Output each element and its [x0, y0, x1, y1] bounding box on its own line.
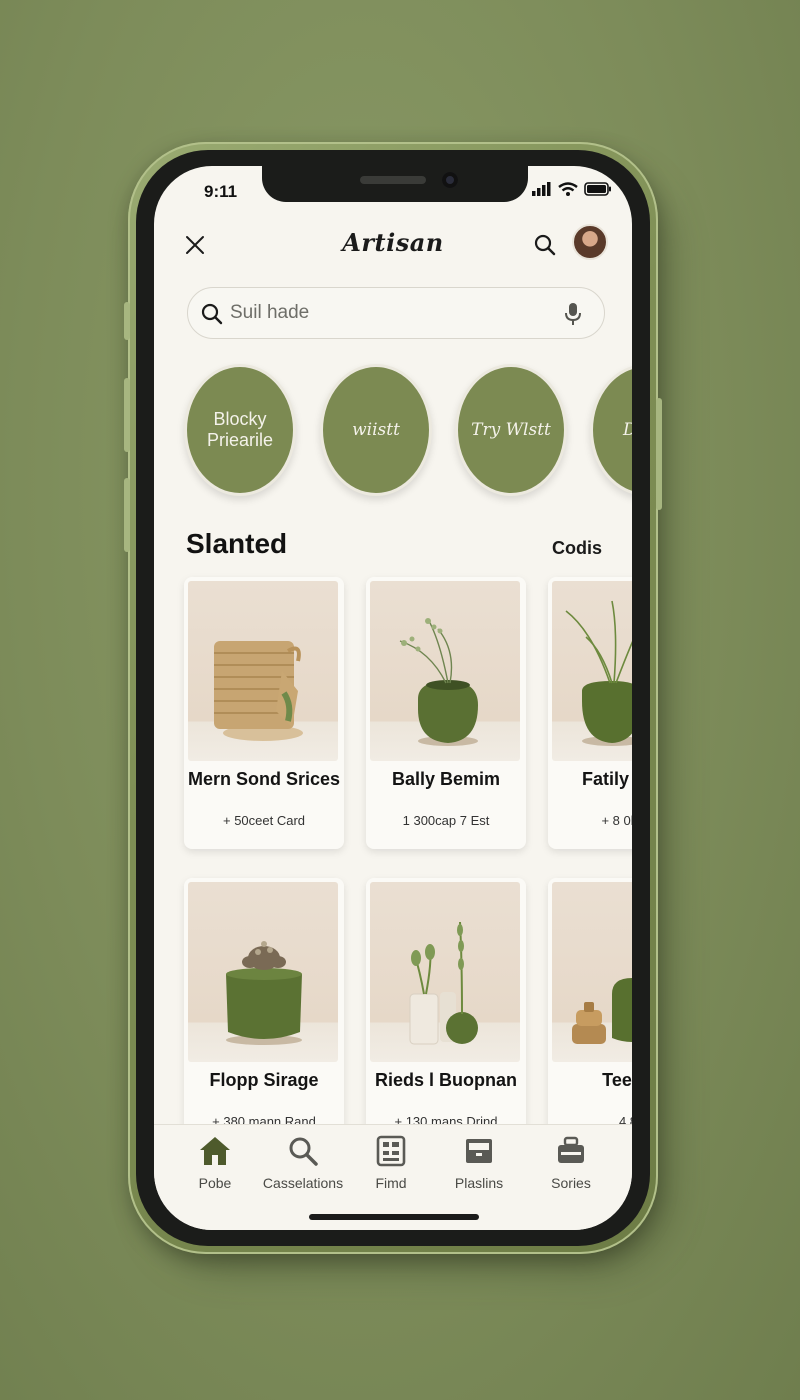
product-name: Flopp Sirage	[209, 1070, 319, 1090]
top-bar: Artisan	[154, 224, 632, 268]
product-meta: 1 300cap 7 Est	[402, 813, 490, 828]
product-name: Tee fo	[602, 1070, 632, 1090]
search-field-icon	[201, 303, 223, 325]
nav-label: Fimd	[375, 1175, 407, 1191]
power-button	[656, 398, 662, 510]
succulent-pot-image	[226, 941, 302, 1045]
calculator-icon	[376, 1135, 406, 1167]
home-indicator[interactable]	[309, 1214, 479, 1220]
category-chip[interactable]: D	[590, 364, 632, 496]
product-meta: + 8 0lowr	[601, 813, 632, 828]
category-chip[interactable]: Try Wlstt	[455, 364, 567, 496]
product-card[interactable]: Bally Bemim 1 300cap 7 Est	[366, 577, 526, 849]
product-meta: + 50ceet Card	[222, 813, 306, 828]
product-card[interactable]: Flopp Sirage + 380 mann Rand	[184, 878, 344, 1150]
search-input[interactable]: Suil hade	[187, 287, 605, 339]
product-image	[370, 882, 520, 1062]
status-time: 9:11	[204, 182, 238, 201]
product-image	[552, 882, 632, 1062]
woven-basket-image	[214, 641, 303, 741]
nav-item-find[interactable]: Fimd	[346, 1135, 436, 1191]
phone-screen: 9:11 Artisan Suil hade Blocky Priearile …	[154, 166, 632, 1230]
product-name: Mern Sond Srices	[187, 769, 341, 789]
nav-item-home[interactable]: Pobe	[170, 1135, 260, 1191]
product-name: Bally Bemim	[391, 769, 501, 789]
front-camera	[442, 172, 458, 188]
search-placeholder: Suil hade	[230, 302, 310, 323]
nav-item-plans[interactable]: Plaslins	[434, 1135, 524, 1191]
product-image	[370, 581, 520, 761]
plant-pot-image	[565, 600, 632, 746]
category-row: Blocky Priearile wiistt Try Wlstt D	[184, 364, 632, 498]
home-icon	[200, 1137, 230, 1165]
product-image	[188, 882, 338, 1062]
search-icon	[289, 1137, 318, 1166]
product-name: Fatily wish	[581, 769, 632, 789]
battery-icon	[584, 182, 611, 196]
status-icons	[532, 182, 612, 196]
category-chip[interactable]: wiistt	[320, 364, 432, 496]
product-card[interactable]: Rieds l Buopnan + 130 mans Drind	[366, 878, 526, 1150]
green-vase-image	[399, 618, 478, 746]
product-image	[552, 581, 632, 761]
brass-pots-image	[572, 978, 632, 1044]
mute-switch	[124, 302, 130, 340]
cabinet-icon	[466, 1139, 492, 1163]
product-card[interactable]: Mern Sond Srices + 50ceet Card	[184, 577, 344, 849]
vase-set-image	[409, 921, 478, 1045]
product-card[interactable]: Tee fo 4 8	[548, 878, 632, 1150]
wifi-icon	[558, 182, 578, 196]
nav-label: Plaslins	[454, 1175, 504, 1191]
category-chip[interactable]: Blocky Priearile	[184, 364, 296, 496]
speaker-grille	[360, 176, 426, 184]
product-image	[188, 581, 338, 761]
product-name: Rieds l Buopnan	[374, 1070, 517, 1090]
avatar[interactable]	[572, 224, 608, 260]
nav-item-collections[interactable]: Casselations	[258, 1135, 348, 1191]
section-title: Slanted	[186, 528, 288, 559]
search-icon[interactable]	[532, 232, 558, 258]
microphone-icon[interactable]	[562, 301, 584, 327]
volume-down-button	[124, 478, 130, 552]
notch	[262, 166, 528, 202]
bag-icon	[558, 1136, 584, 1163]
brand-logo: Artisan	[342, 228, 444, 257]
volume-up-button	[124, 378, 130, 452]
nav-item-stories[interactable]: Sories	[526, 1135, 616, 1191]
product-card[interactable]: Fatily wish + 8 0lowr	[548, 577, 632, 849]
nav-label: Pobe	[198, 1175, 232, 1191]
section-link[interactable]: Codis	[552, 538, 602, 559]
nav-label: Sories	[551, 1175, 591, 1191]
nav-label: Casselations	[262, 1175, 344, 1191]
signal-icon	[532, 182, 551, 196]
